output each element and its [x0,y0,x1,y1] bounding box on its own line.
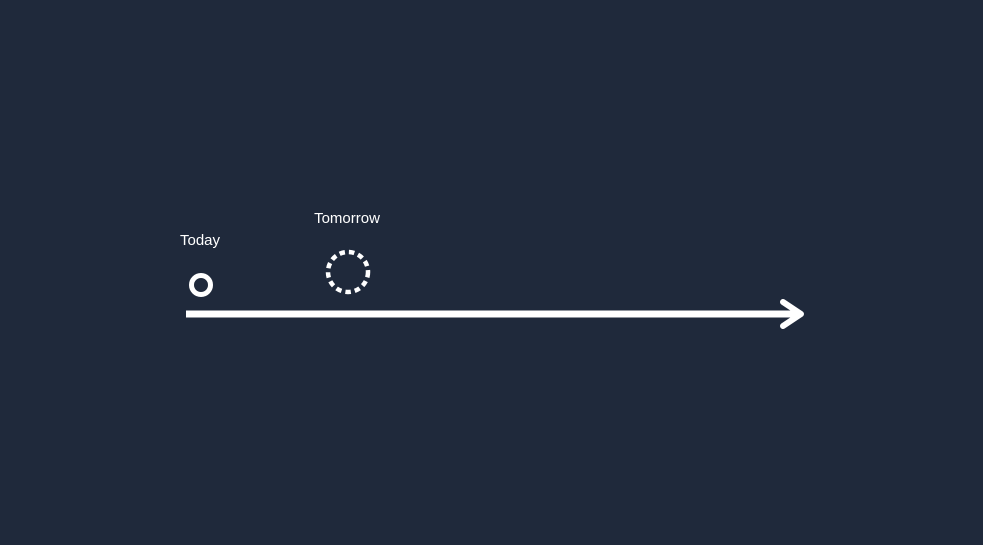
today-label: Today [179,232,221,249]
background [0,0,983,545]
tomorrow-label: Tomorrow [314,210,380,227]
timeline-diagram [0,0,983,545]
